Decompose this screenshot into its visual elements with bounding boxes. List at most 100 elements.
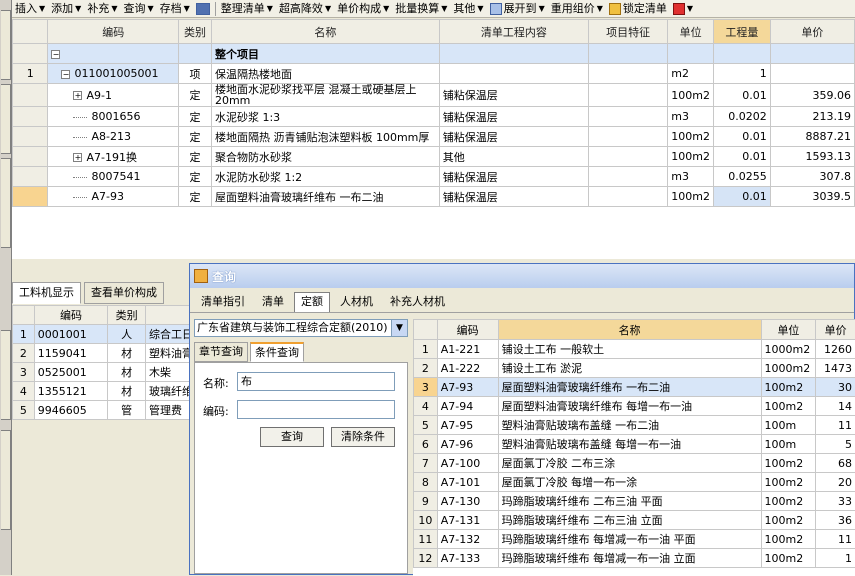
code-cell[interactable]: 9946605 — [34, 401, 107, 420]
code-cell[interactable]: +A7-191换 — [48, 147, 179, 167]
code-cell[interactable]: A7-94 — [437, 397, 498, 416]
category-cell[interactable]: 定 — [179, 84, 212, 107]
price-cell[interactable] — [770, 44, 854, 64]
price-cell[interactable]: 11 — [816, 530, 855, 549]
code-cell[interactable]: A7-93 — [48, 187, 179, 207]
tab-supplement-lmm[interactable]: 补充人材机 — [383, 292, 452, 312]
chevron-down-icon[interactable]: ▼ — [391, 320, 407, 336]
price-cell[interactable]: 1593.13 — [770, 147, 854, 167]
vertical-tab[interactable] — [1, 158, 11, 248]
content-cell[interactable]: 铺粘保温层 — [439, 187, 588, 207]
column-header[interactable]: 编码 — [48, 20, 179, 44]
content-cell[interactable]: 铺粘保温层 — [439, 107, 588, 127]
expand-to-button[interactable]: 展开到▼ — [487, 1, 548, 17]
height-reduction-button[interactable]: 超高降效▼ — [276, 1, 334, 17]
unit-cell[interactable]: 100m2 — [668, 187, 714, 207]
name-cell[interactable]: 屋面塑料油膏玻璃纤维布 一布二油 — [498, 378, 761, 397]
tab-bill[interactable]: 清单 — [255, 292, 291, 312]
unit-cell[interactable]: 100m2 — [761, 473, 816, 492]
category-cell[interactable] — [179, 44, 212, 64]
name-cell[interactable]: 铺设土工布 淤泥 — [498, 359, 761, 378]
table-row[interactable]: 5 9946605 管 管理费 — [13, 401, 197, 420]
table-row[interactable]: +A7-191换 定 聚合物防水砂浆 其他 100m2 0.01 1593.13 — [13, 147, 855, 167]
name-cell[interactable]: 聚合物防水砂浆 — [211, 147, 439, 167]
feature-cell[interactable] — [588, 84, 667, 107]
table-row[interactable]: +A9-1 定 楼地面水泥砂浆找平层 混凝土或硬基层上 20mm 铺粘保温层 1… — [13, 84, 855, 107]
category-cell[interactable]: 定 — [179, 127, 212, 147]
code-cell[interactable]: A7-131 — [437, 511, 498, 530]
name-input[interactable]: 布 — [237, 372, 395, 391]
code-cell[interactable]: 8001656 — [48, 107, 179, 127]
price-cell[interactable]: 20 — [816, 473, 855, 492]
unit-cell[interactable]: 1000m2 — [761, 340, 816, 359]
table-row[interactable]: 5A7-95塑料油膏贴玻璃布盖缝 一布二油100m11 — [414, 416, 855, 435]
code-cell[interactable]: − — [48, 44, 179, 64]
column-header[interactable]: 编码 — [34, 306, 107, 325]
price-cell[interactable] — [770, 64, 854, 84]
code-cell[interactable]: A7-132 — [437, 530, 498, 549]
table-row[interactable]: 4A7-94屋面塑料油膏玻璃纤维布 每增一布一油100m214 — [414, 397, 855, 416]
group-row[interactable]: − 整个项目 — [13, 44, 855, 64]
content-cell[interactable] — [439, 64, 588, 84]
code-cell[interactable]: 0001001 — [34, 325, 107, 344]
unit-cell[interactable]: 100m2 — [761, 492, 816, 511]
category-cell[interactable]: 人 — [108, 325, 146, 344]
column-header[interactable]: 类别 — [179, 20, 212, 44]
price-cell[interactable]: 1473 — [816, 359, 855, 378]
price-cell[interactable]: 68 — [816, 454, 855, 473]
price-cell[interactable]: 36 — [816, 511, 855, 530]
dialog-titlebar[interactable]: 查询 — [190, 264, 854, 288]
feature-cell[interactable] — [588, 167, 667, 187]
table-row[interactable]: 1 0001001 人 综合工日 — [13, 325, 197, 344]
unit-cell[interactable]: 100m2 — [668, 84, 714, 107]
price-cell[interactable]: 213.19 — [770, 107, 854, 127]
supplement-button[interactable]: 补充▼ — [84, 1, 120, 17]
table-row[interactable]: 8001656 定 水泥砂浆 1:3 铺粘保温层 m3 0.0202 213.1… — [13, 107, 855, 127]
column-header[interactable]: 类别 — [108, 306, 146, 325]
content-cell[interactable]: 铺粘保温层 — [439, 84, 588, 107]
tab-condition-query[interactable]: 条件查询 — [250, 342, 304, 362]
unit-cell[interactable] — [668, 44, 714, 64]
category-cell[interactable]: 定 — [179, 107, 212, 127]
column-header[interactable]: 单位 — [668, 20, 714, 44]
collapse-icon[interactable]: − — [61, 70, 70, 79]
table-row[interactable]: 2 1159041 材 塑料油膏 — [13, 344, 197, 363]
column-header[interactable]: 名称 — [498, 320, 761, 340]
vertical-tab[interactable] — [1, 84, 11, 154]
add-button[interactable]: 添加▼ — [48, 1, 84, 17]
qty-cell[interactable] — [713, 44, 770, 64]
price-cell[interactable]: 30 — [816, 378, 855, 397]
table-row[interactable]: 1A1-221铺设土工布 一般软土1000m21260 — [414, 340, 855, 359]
unit-cell[interactable]: 100m2 — [761, 397, 816, 416]
qty-cell[interactable]: 0.01 — [713, 84, 770, 107]
reuse-price-button[interactable]: 重用组价▼ — [548, 1, 606, 17]
table-row[interactable]: 6A7-96塑料油膏贴玻璃布盖缝 每增一布一油100m5 — [414, 435, 855, 454]
name-cell[interactable]: 楼地面水泥砂浆找平层 混凝土或硬基层上 20mm — [211, 84, 439, 107]
price-cell[interactable]: 359.06 — [770, 84, 854, 107]
category-cell[interactable]: 材 — [108, 382, 146, 401]
category-cell[interactable]: 管 — [108, 401, 146, 420]
table-row[interactable]: 9A7-130玛蹄脂玻璃纤维布 二布三油 平面100m233 — [414, 492, 855, 511]
organize-list-button[interactable]: 整理清单▼ — [218, 1, 276, 17]
code-cell[interactable]: A1-221 — [437, 340, 498, 359]
feature-cell[interactable] — [588, 64, 667, 84]
vertical-tab[interactable] — [1, 330, 11, 420]
category-cell[interactable]: 定 — [179, 167, 212, 187]
name-cell[interactable]: 铺设土工布 一般软土 — [498, 340, 761, 359]
code-cell[interactable]: A7-100 — [437, 454, 498, 473]
vertical-tab[interactable] — [1, 10, 11, 80]
query-button[interactable]: 查询▼ — [120, 1, 156, 17]
table-row[interactable]: 7A7-100屋面氯丁冷胶 二布三涂100m268 — [414, 454, 855, 473]
content-cell[interactable]: 铺粘保温层 — [439, 127, 588, 147]
unit-cell[interactable]: 1000m2 — [761, 359, 816, 378]
code-cell[interactable]: 1159041 — [34, 344, 107, 363]
code-cell[interactable]: A7-133 — [437, 549, 498, 568]
unit-cell[interactable]: 100m2 — [761, 549, 816, 568]
name-cell[interactable]: 玛蹄脂玻璃纤维布 二布三油 立面 — [498, 511, 761, 530]
price-cell[interactable]: 33 — [816, 492, 855, 511]
table-row[interactable]: 8007541 定 水泥防水砂浆 1:2 铺粘保温层 m3 0.0255 307… — [13, 167, 855, 187]
batch-convert-button[interactable]: 批量换算▼ — [392, 1, 450, 17]
code-cell[interactable]: A7-101 — [437, 473, 498, 492]
price-cell[interactable]: 11 — [816, 416, 855, 435]
price-cell[interactable]: 8887.21 — [770, 127, 854, 147]
